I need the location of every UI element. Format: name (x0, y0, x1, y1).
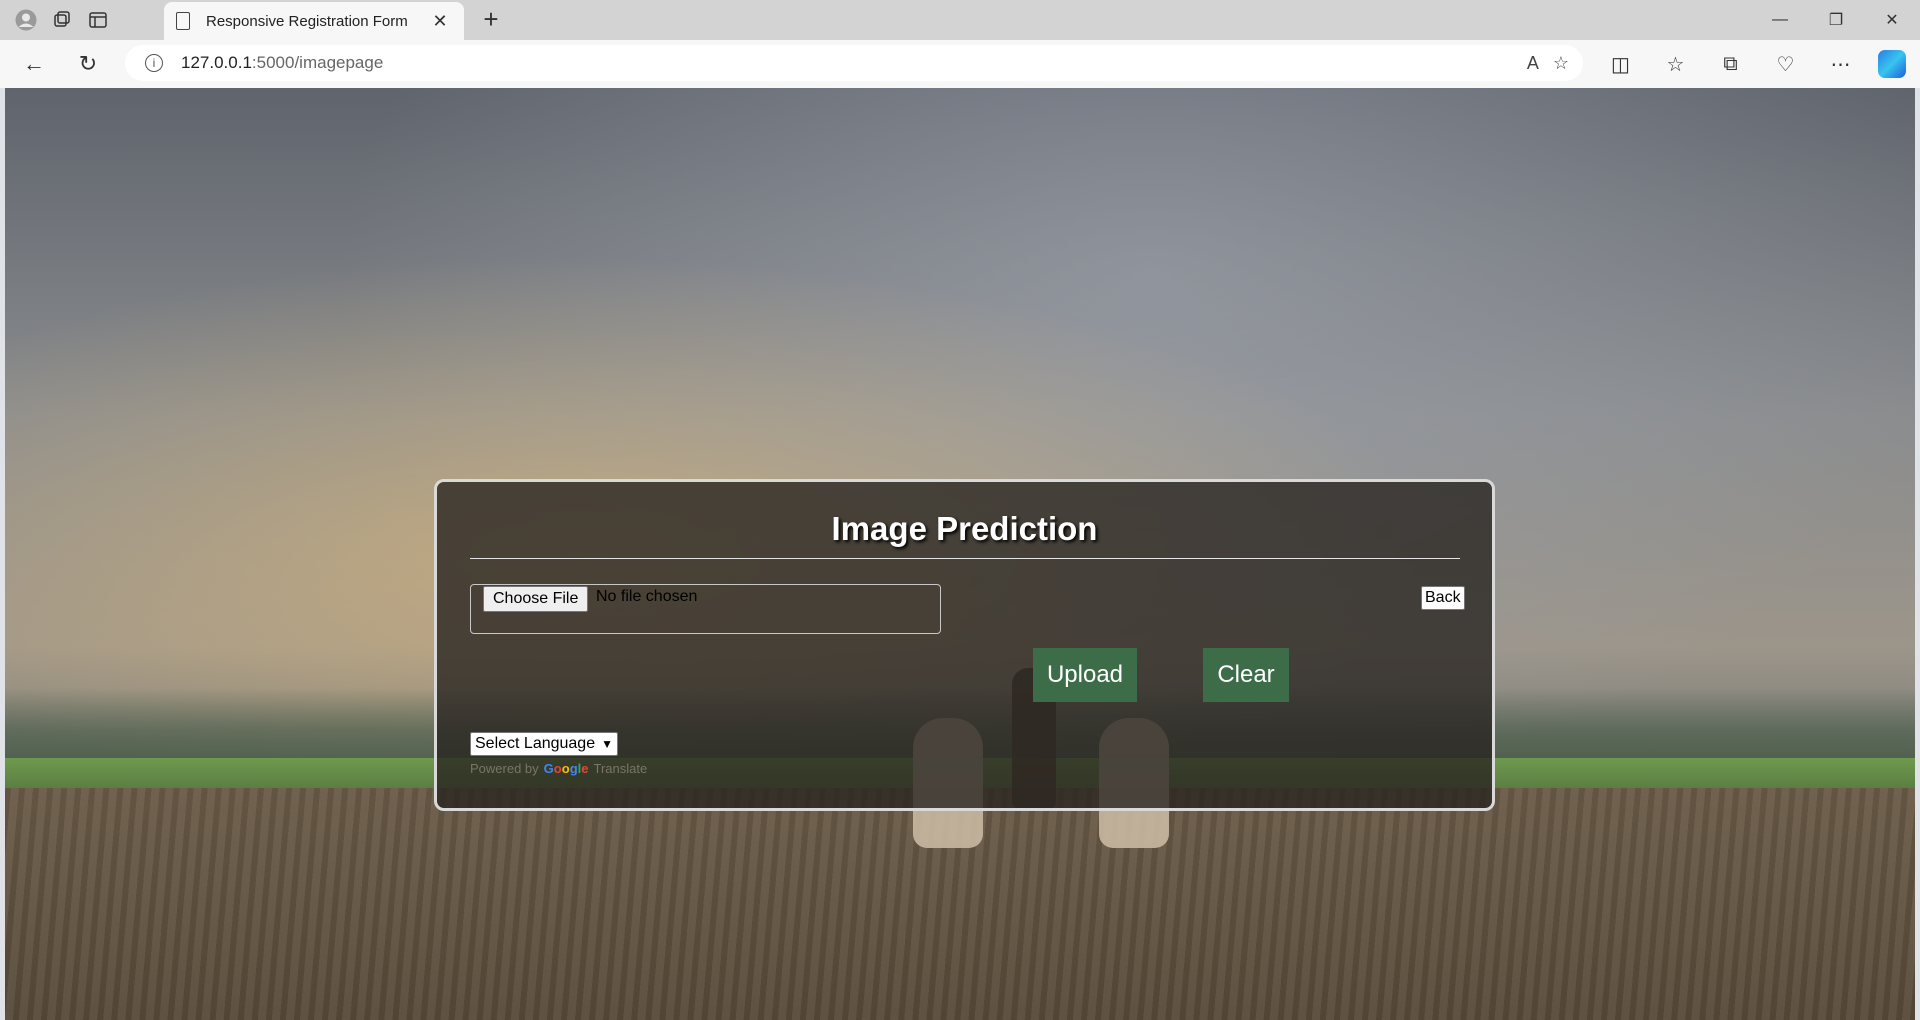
google-logo[interactable]: Google (544, 761, 589, 776)
google-translate-attribution: Powered by Google Translate (470, 761, 647, 776)
chevron-down-icon: ▼ (601, 737, 613, 751)
language-select[interactable]: Select Language ▼ (470, 732, 618, 756)
close-window-icon[interactable]: ✕ (1864, 0, 1920, 40)
document-icon (176, 12, 190, 30)
browser-navigation-bar: ← ↻ i 127.0.0.1:5000/imagepage A ☆ ◫ ☆ ⧉… (0, 40, 1920, 88)
tab-actions-icon[interactable] (80, 4, 116, 36)
collections-icon[interactable]: ⧉ (1703, 53, 1758, 76)
back-button[interactable]: Back (1421, 586, 1465, 610)
powered-by-text: Powered by (470, 761, 539, 776)
restore-icon[interactable]: ❐ (1808, 0, 1864, 40)
translate-link[interactable]: Translate (594, 761, 648, 776)
star-icon[interactable]: ☆ (1553, 53, 1569, 74)
browser-tab-bar: Responsive Registration Form ✕ + — ❐ ✕ (0, 0, 1920, 40)
tab-title: Responsive Registration Form (206, 12, 408, 30)
file-input[interactable]: Choose File No file chosen (470, 584, 941, 634)
choose-file-button[interactable]: Choose File (483, 586, 589, 612)
favorites-icon[interactable]: ☆ (1648, 52, 1703, 77)
minimize-icon[interactable]: — (1752, 0, 1808, 40)
split-screen-icon[interactable]: ◫ (1593, 52, 1648, 77)
window-controls: — ❐ ✕ (1752, 0, 1920, 40)
read-aloud-icon[interactable]: A (1527, 53, 1539, 74)
language-select-label: Select Language (475, 735, 596, 752)
close-tab-icon[interactable]: ✕ (428, 11, 452, 32)
url-path: :5000/imagepage (251, 53, 384, 72)
back-arrow-icon[interactable]: ← (14, 46, 54, 82)
clear-button[interactable]: Clear (1203, 648, 1289, 702)
reload-icon[interactable]: ↻ (68, 46, 108, 82)
browser-tab-active[interactable]: Responsive Registration Form ✕ (164, 2, 464, 40)
workspaces-icon[interactable] (44, 4, 80, 36)
upload-button[interactable]: Upload (1033, 648, 1137, 702)
address-bar[interactable]: i 127.0.0.1:5000/imagepage A ☆ (125, 45, 1583, 81)
new-tab-button[interactable]: + (474, 4, 508, 35)
heart-pulse-icon[interactable]: ♡ (1758, 52, 1813, 77)
url-host: 127.0.0.1 (181, 53, 252, 72)
page-title: Image Prediction (831, 510, 1098, 547)
info-icon[interactable]: i (145, 54, 163, 72)
copilot-icon[interactable] (1878, 50, 1906, 78)
more-icon[interactable]: ⋯ (1813, 52, 1868, 77)
page-viewport: Image Prediction Choose File No file cho… (5, 88, 1915, 1020)
profile-icon[interactable] (8, 4, 44, 36)
file-status: No file chosen (596, 588, 698, 605)
title-divider (470, 558, 1460, 559)
image-prediction-panel: Image Prediction Choose File No file cho… (434, 479, 1495, 811)
